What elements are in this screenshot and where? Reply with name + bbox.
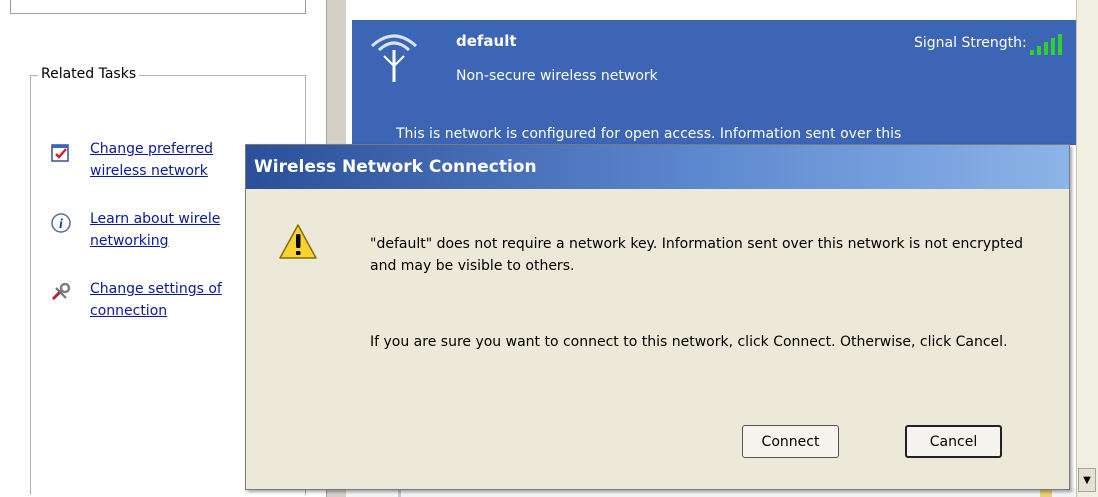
scroll-down-icon[interactable]: ▼ [1078, 468, 1096, 492]
dialog-warning-message: "default" does not require a network key… [370, 236, 1024, 274]
connect-button[interactable]: Connect [742, 425, 839, 458]
task-label-line1[interactable]: Change settings of [90, 281, 222, 297]
wireless-antenna-icon [370, 34, 418, 82]
info-icon: i [50, 212, 72, 234]
network-description: This is network is configured for open a… [396, 126, 902, 142]
upper-task-group [10, 0, 306, 14]
task-label-line1[interactable]: Change preferred [90, 141, 213, 157]
preferred-network-icon [50, 142, 72, 164]
task-label-line2[interactable]: wireless network [90, 163, 208, 179]
wireless-connection-dialog: Wireless Network Connection "default" do… [245, 144, 1070, 490]
cancel-button[interactable]: Cancel [905, 425, 1002, 458]
network-security-status: Non-secure wireless network [456, 68, 658, 84]
svg-text:i: i [59, 217, 63, 232]
signal-strength-label: Signal Strength: [914, 35, 1027, 51]
dialog-titlebar[interactable]: Wireless Network Connection [246, 145, 1069, 189]
signal-strength-bars-icon [1030, 34, 1062, 55]
task-learn-about-wireless[interactable]: i Learn about wirele networking [50, 208, 240, 252]
network-list-item-selected[interactable]: default Non-secure wireless network This… [352, 20, 1076, 145]
task-change-preferred-network[interactable]: Change preferred wireless network [50, 138, 240, 182]
network-name: default [456, 32, 517, 50]
task-label-line1[interactable]: Learn about wirele [90, 211, 220, 227]
task-change-settings[interactable]: Change settings of connection [50, 278, 240, 322]
vertical-scrollbar[interactable] [1076, 0, 1098, 497]
task-label-line2[interactable]: networking [90, 233, 169, 249]
dialog-title: Wireless Network Connection [254, 157, 537, 177]
dialog-instruction-message: If you are sure you want to connect to t… [370, 334, 1008, 350]
settings-icon [50, 282, 72, 304]
task-label-line2[interactable]: connection [90, 303, 167, 319]
related-tasks-title: Related Tasks [38, 66, 140, 82]
warning-icon [279, 224, 317, 259]
